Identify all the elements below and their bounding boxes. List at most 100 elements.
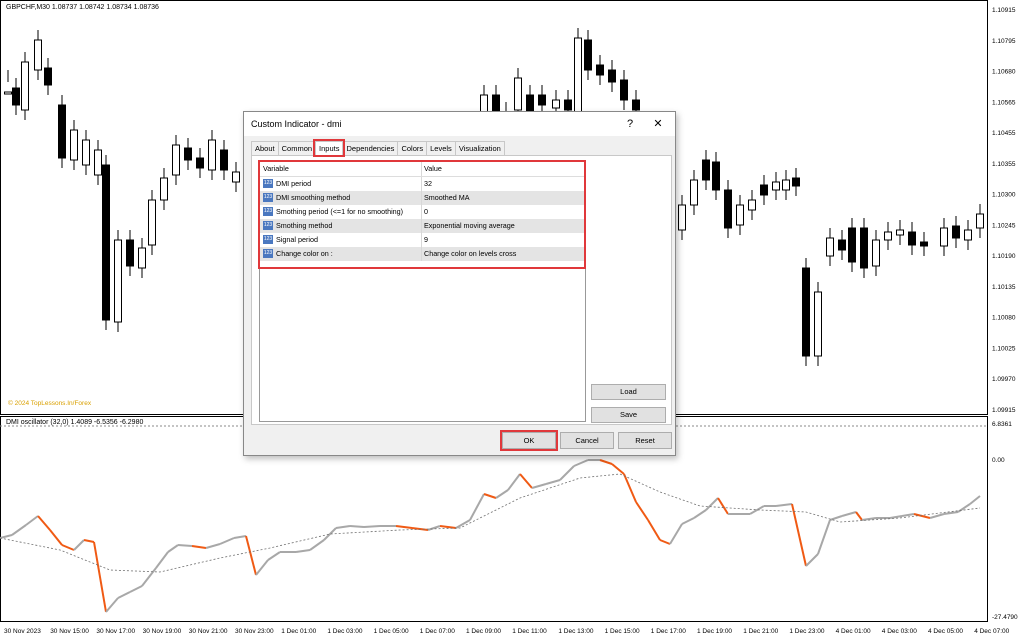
dmi-segment (295, 549, 311, 553)
candle-body (908, 231, 916, 246)
dmi-segment (531, 483, 547, 489)
tab-inputs[interactable]: Inputs (313, 139, 346, 157)
input-value[interactable]: Change color on levels cross (424, 247, 516, 261)
dmi-segment (705, 497, 719, 511)
time-axis-label: 30 Nov 21:00 (189, 628, 228, 635)
time-axis-label: 1 Dec 23:00 (789, 628, 824, 635)
candle-body (514, 77, 522, 111)
dmi-segment (349, 525, 365, 528)
dmi-segment (245, 535, 257, 576)
candle-body (114, 239, 122, 323)
input-name: DMI smoothing method (276, 193, 351, 202)
price-axis-label: 1.10080 (992, 315, 1016, 322)
dmi-segment (635, 501, 649, 521)
candle-body (574, 37, 582, 121)
close-icon[interactable]: ✕ (649, 112, 667, 136)
input-name: Smothing period (<=1 for no smoothing) (276, 207, 404, 216)
time-axis-label: 4 Dec 07:00 (974, 628, 1009, 635)
dmi-segment (11, 524, 27, 536)
input-name: Smothing method (276, 221, 333, 230)
load-button[interactable]: Load (591, 384, 666, 400)
signal-line (0, 473, 981, 573)
input-value[interactable]: 9 (424, 233, 428, 247)
ok-button[interactable]: OK (500, 430, 558, 451)
cancel-button[interactable]: Cancel (560, 432, 614, 449)
candle-body (82, 139, 90, 166)
help-icon[interactable]: ? (621, 112, 639, 136)
candle-body (678, 204, 686, 231)
time-axis-label: 30 Nov 19:00 (143, 628, 182, 635)
dmi-segment (805, 553, 819, 567)
input-name: Signal period (276, 235, 318, 244)
dmi-segment (519, 473, 533, 489)
dmi-segment (943, 511, 959, 515)
candle-body (724, 189, 732, 229)
tab-colors[interactable]: Colors (397, 141, 428, 155)
input-value[interactable]: 32 (424, 177, 432, 191)
price-axis-label: 1.10680 (992, 69, 1016, 76)
dialog-titlebar: Custom Indicator - dmi ? ✕ (244, 112, 675, 136)
time-axis-label: 1 Dec 17:00 (651, 628, 686, 635)
price-axis-label: 1.09970 (992, 376, 1016, 383)
input-value[interactable]: Smoothed MA (424, 191, 470, 205)
dmi-segment (309, 539, 325, 551)
price-axis-label: 1.10455 (992, 130, 1016, 137)
dmi-segment (559, 465, 575, 481)
candle-body (690, 179, 698, 206)
dmi-segment (599, 459, 613, 465)
input-row[interactable]: 123 DMI period 32 (260, 177, 585, 191)
candle-body (802, 267, 810, 357)
dmi-segment (791, 503, 807, 567)
input-row[interactable]: 123 Change color on : Change color on le… (260, 247, 585, 261)
candle-body (208, 139, 216, 171)
dmi-segment (117, 591, 131, 599)
price-axis-label: 1.10355 (992, 161, 1016, 168)
candle-body (596, 64, 604, 76)
tab-visualization[interactable]: Visualization (454, 141, 505, 155)
input-row[interactable]: 123 DMI smoothing method Smoothed MA (260, 191, 585, 205)
time-axis-label: 1 Dec 07:00 (420, 628, 455, 635)
input-row[interactable]: 123 Smothing method Exponential moving a… (260, 219, 585, 233)
candle-body (712, 161, 720, 191)
candle-body (976, 213, 984, 229)
tab-dependencies[interactable]: Dependencies (342, 141, 399, 155)
dialog-tabs: About Common Inputs Dependencies Colors … (251, 139, 505, 157)
time-axis-label: 1 Dec 11:00 (512, 628, 547, 635)
price-axis-label: 1.09915 (992, 407, 1016, 414)
dmi-segment (469, 493, 485, 521)
dmi-segment (681, 517, 695, 525)
time-axis-label: 1 Dec 01:00 (281, 628, 316, 635)
save-button[interactable]: Save (591, 407, 666, 423)
candle-body (94, 149, 102, 176)
candle-body (736, 204, 744, 226)
price-axis-label: 1.10025 (992, 345, 1016, 352)
dmi-segment (855, 511, 863, 521)
time-axis-label: 1 Dec 15:00 (605, 628, 640, 635)
candle-body (492, 94, 500, 113)
tab-about[interactable]: About (251, 141, 279, 155)
candle-body (814, 291, 822, 357)
time-axis-label: 30 Nov 15:00 (50, 628, 89, 635)
input-row[interactable]: 123 Signal period 9 (260, 233, 585, 247)
candle-body (196, 157, 204, 169)
candle-body (940, 227, 948, 247)
variable-type-icon: 123 (263, 207, 273, 216)
reset-button[interactable]: Reset (618, 432, 672, 449)
column-value: Value (424, 164, 442, 173)
dmi-segment (267, 551, 281, 561)
dmi-segment (669, 523, 683, 545)
price-axis-label: 1.10190 (992, 253, 1016, 260)
tab-levels[interactable]: Levels (426, 141, 456, 155)
dmi-segment (167, 544, 179, 553)
dmi-segment (93, 541, 107, 613)
time-axis-label: 1 Dec 05:00 (374, 628, 409, 635)
input-row[interactable]: 123 Smothing period (<=1 for no smoothin… (260, 205, 585, 219)
input-value[interactable]: 0 (424, 205, 428, 219)
candle-body (12, 87, 20, 106)
candle-body (782, 179, 790, 191)
dmi-segment (177, 544, 193, 547)
candle-body (220, 149, 228, 171)
input-value[interactable]: Exponential moving average (424, 219, 515, 233)
input-name: DMI period (276, 179, 312, 188)
tab-common[interactable]: Common (277, 141, 317, 155)
